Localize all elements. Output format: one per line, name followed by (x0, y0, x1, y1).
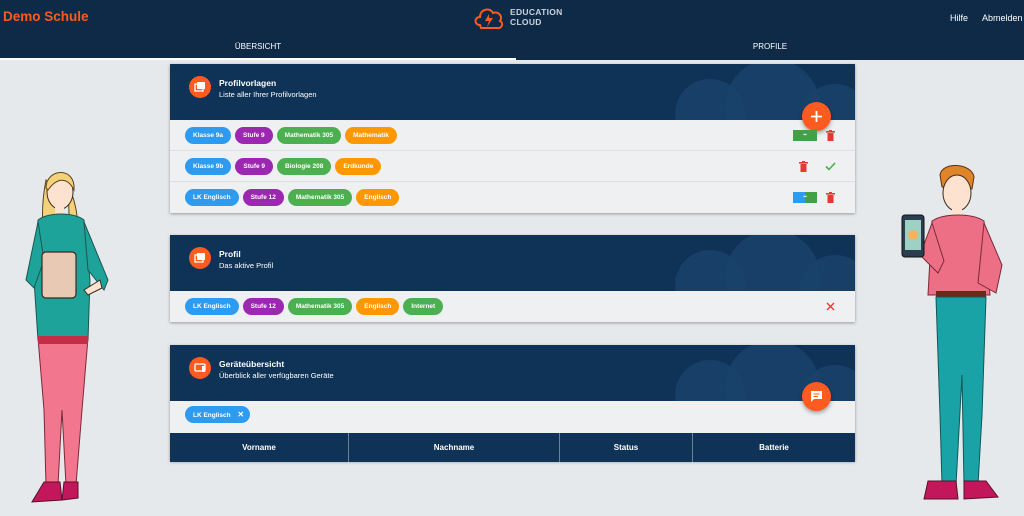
active-profile-title: Profil (219, 249, 241, 259)
template-chip-room[interactable]: Mathematik 305 (276, 127, 342, 144)
logo-line-2: CLOUD (510, 17, 542, 27)
tab-overview[interactable]: ÜBERSICHT (0, 36, 516, 60)
woman-with-tablet-illustration (25, 172, 109, 503)
top-bar: Demo Schule EDUCATION CLOUD Hilfe Abmeld… (0, 0, 1024, 36)
device-filter-chip-label: LK Englisch (193, 412, 231, 419)
delete-icon[interactable] (826, 192, 835, 203)
man-with-phone-illustration (901, 165, 1003, 500)
template-status-flag[interactable]: ▪▪ (793, 130, 817, 141)
template-row[interactable]: LK Englisch Stufe 12 Mathematik 305 Engl… (170, 182, 855, 213)
profile-chip-room[interactable]: Mathematik 305 (287, 298, 353, 315)
template-row[interactable]: Klasse 9a Stufe 9 Mathematik 305 Mathema… (170, 120, 855, 151)
filter-chip-container: LK Englisch ✕ (185, 406, 251, 423)
tab-profiles[interactable]: PROFILE (516, 36, 1024, 60)
device-overview-header: Geräteübersicht Überblick aller verfügba… (170, 345, 855, 401)
profile-chip-class[interactable]: LK Englisch (185, 298, 239, 315)
active-profile-header: Profil Das aktive Profil (170, 235, 855, 291)
close-icon[interactable]: ✕ (237, 410, 244, 419)
help-link[interactable]: Hilfe (950, 13, 968, 23)
template-row[interactable]: Klasse 9b Stufe 9 Biologie 208 Erdkunde (170, 151, 855, 182)
cloud-logo-icon (474, 8, 504, 30)
template-chip-subject[interactable]: Erdkunde (335, 158, 382, 175)
profile-chip-internet[interactable]: Internet (403, 298, 444, 315)
profile-card-icon (189, 76, 211, 98)
template-chip-class[interactable]: Klasse 9a (185, 127, 231, 144)
check-icon[interactable] (825, 162, 836, 171)
profile-templates-subtitle: Liste aller Ihrer Profilvorlagen (219, 90, 317, 99)
column-header-last-name[interactable]: Nachname (349, 433, 560, 462)
template-chip-subject[interactable]: Mathematik (345, 127, 397, 144)
delete-icon[interactable] (799, 161, 808, 172)
device-table-header: Vorname Nachname Status Batterie (170, 433, 855, 462)
template-chip-subject[interactable]: Englisch (356, 189, 400, 206)
column-header-battery[interactable]: Batterie (693, 433, 855, 462)
template-chip-level[interactable]: Stufe 9 (235, 127, 273, 144)
profile-templates-header: Profilvorlagen Liste aller Ihrer Profilv… (170, 64, 855, 120)
device-filter-chip[interactable]: LK Englisch ✕ (185, 406, 251, 423)
device-overview-card: Geräteübersicht Überblick aller verfügba… (170, 345, 855, 462)
message-button[interactable] (802, 382, 831, 411)
tab-bar: ÜBERSICHT PROFILE (0, 36, 1024, 60)
device-overview-title: Geräteübersicht (219, 359, 285, 369)
template-chip-level[interactable]: Stufe 12 (242, 189, 284, 206)
template-chip-class[interactable]: Klasse 9b (185, 158, 232, 175)
device-icon (189, 357, 211, 379)
logout-link[interactable]: Abmelden (982, 13, 1023, 23)
column-header-status[interactable]: Status (560, 433, 693, 462)
profile-templates-title: Profilvorlagen (219, 78, 277, 88)
template-chip-class[interactable]: LK Englisch (185, 189, 239, 206)
chat-icon (811, 391, 822, 402)
profile-chip-subject[interactable]: Englisch (356, 298, 400, 315)
active-profile-card: Profil Das aktive Profil LK Englisch Stu… (170, 235, 855, 322)
delete-icon[interactable] (826, 130, 835, 141)
active-profile-subtitle: Das aktive Profil (219, 261, 274, 270)
template-chip-room[interactable]: Biologie 208 (277, 158, 332, 175)
close-icon[interactable] (826, 302, 835, 311)
logo-line-1: EDUCATION (510, 7, 563, 17)
profile-card-icon (189, 247, 211, 269)
template-status-flag[interactable]: ▪▪ (793, 192, 817, 203)
education-cloud-logo: EDUCATION CLOUD (472, 3, 562, 33)
device-overview-subtitle: Überblick aller verfügbaren Geräte (219, 371, 334, 380)
active-profile-row: LK Englisch Stufe 12 Mathematik 305 Engl… (170, 291, 855, 322)
school-name[interactable]: Demo Schule (3, 9, 89, 24)
template-chip-level[interactable]: Stufe 9 (235, 158, 274, 175)
profile-templates-card: Profilvorlagen Liste aller Ihrer Profilv… (170, 64, 855, 213)
profile-chip-level[interactable]: Stufe 12 (242, 298, 284, 315)
template-chip-room[interactable]: Mathematik 305 (287, 189, 353, 206)
column-header-first-name[interactable]: Vorname (170, 433, 349, 462)
